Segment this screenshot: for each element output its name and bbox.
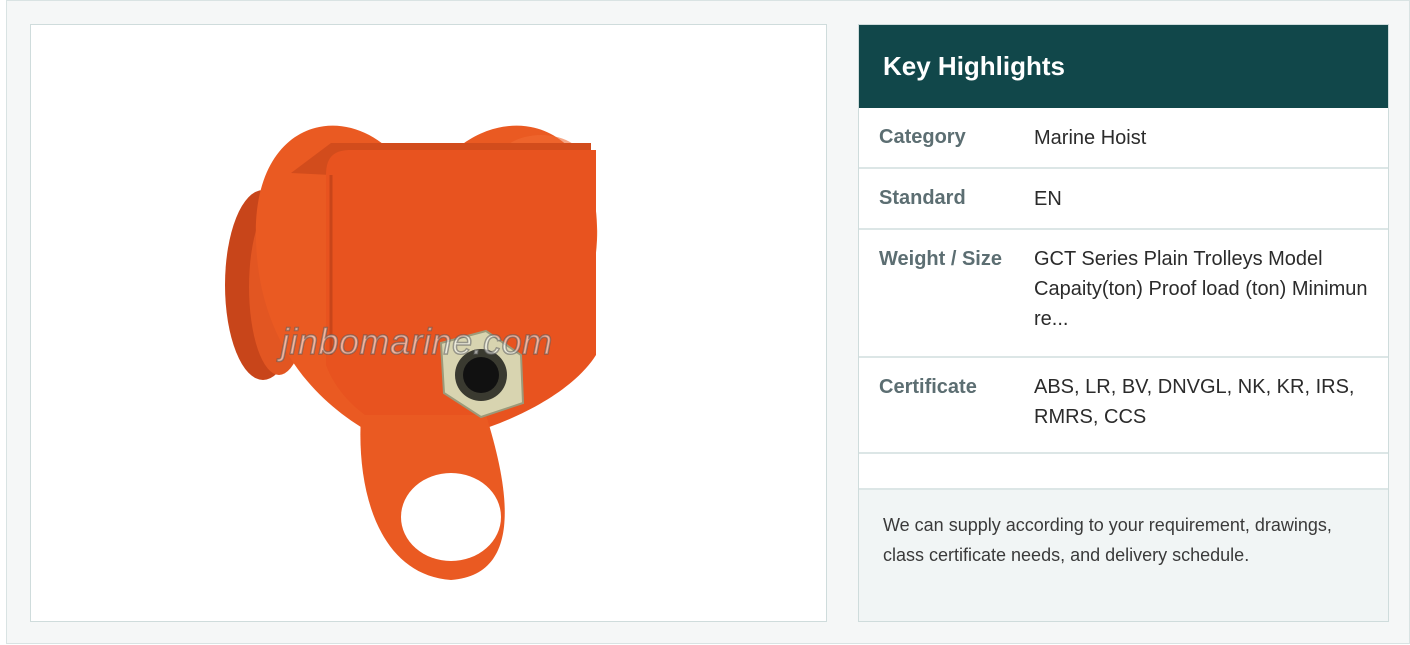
watermark-text: jinbomarine.com (280, 320, 553, 363)
highlight-row-standard: Standard EN (859, 169, 1388, 230)
row-value: EN (1034, 187, 1062, 210)
highlight-row-empty (859, 454, 1388, 490)
supply-note: We can supply according to your requirem… (859, 490, 1388, 621)
row-label: Weight / Size (879, 248, 1002, 270)
row-label (859, 454, 1034, 488)
row-value: ABS, LR, BV, DNVGL, NK, KR, IRS, RMRS, C… (1034, 376, 1355, 428)
highlight-row-certificate: Certificate ABS, LR, BV, DNVGL, NK, KR, … (859, 358, 1388, 454)
row-label: Standard (879, 187, 966, 209)
row-value: Marine Hoist (1034, 126, 1147, 149)
highlights-title: Key Highlights (859, 25, 1388, 108)
row-value (1034, 454, 1388, 488)
highlight-row-weight-size: Weight / Size GCT Series Plain Trolleys … (859, 230, 1388, 358)
highlight-row-category: Category Marine Hoist (859, 108, 1388, 169)
product-image-card: jinbomarine.com (30, 24, 827, 622)
row-value: GCT Series Plain Trolleys Model Capaity(… (1034, 248, 1368, 330)
key-highlights-panel: Key Highlights Category Marine Hoist Sta… (858, 24, 1389, 622)
row-label: Category (879, 126, 966, 148)
row-label: Certificate (879, 376, 977, 398)
